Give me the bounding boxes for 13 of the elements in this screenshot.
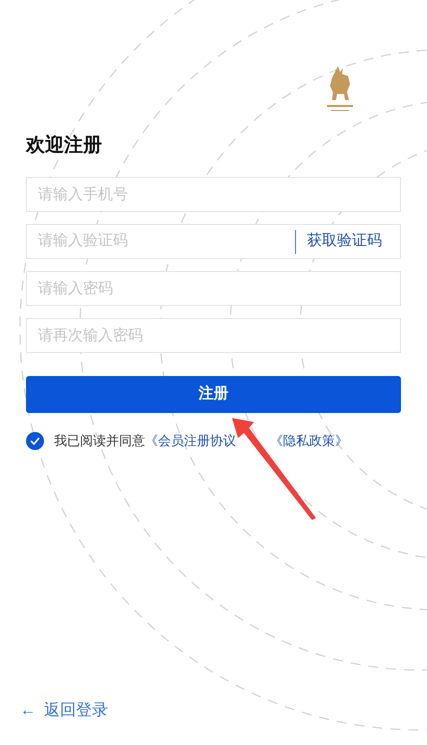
member-agreement-link[interactable]: 《会员注册协议	[145, 431, 236, 450]
input-field[interactable]: 请再次输入密码	[26, 318, 401, 353]
agreement-text: 我已阅读并同意	[54, 432, 145, 450]
check-icon	[30, 436, 40, 445]
back-to-login-link[interactable]: ← 返回登录	[20, 699, 108, 723]
input-field[interactable]: 请输入手机号	[26, 177, 401, 212]
get-code-button[interactable]: 获取验证码	[307, 230, 382, 253]
page-title: 欢迎注册	[26, 136, 102, 155]
agree-checkbox[interactable]	[26, 432, 44, 450]
register-button[interactable]: 注册	[26, 376, 401, 413]
input-field[interactable]: 请输入验证码 获取验证码	[26, 224, 401, 259]
privacy-policy-link[interactable]: 《隐私政策》	[270, 431, 348, 450]
input-field[interactable]: 请输入密码	[26, 271, 401, 306]
